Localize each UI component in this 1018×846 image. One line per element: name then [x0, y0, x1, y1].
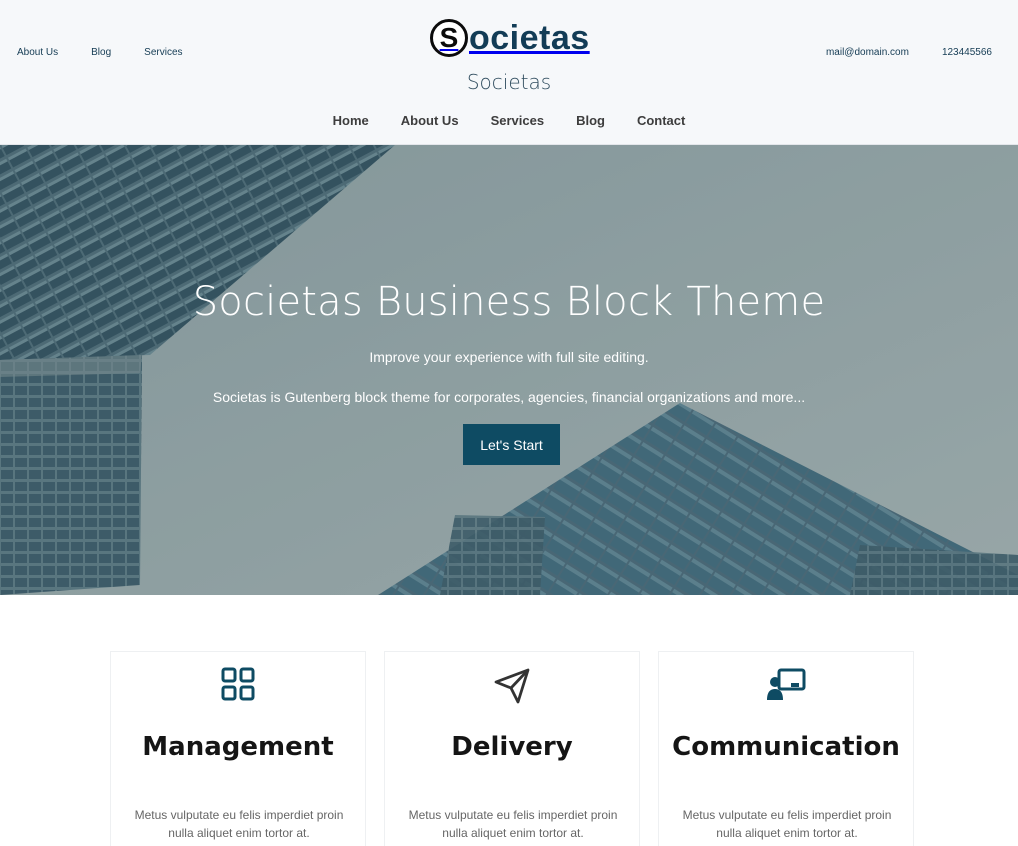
top-link-blog[interactable]: Blog [91, 47, 111, 58]
feature-text: Metus vulputate eu felis imperdiet proin… [408, 808, 618, 840]
feature-text: Metus vulputate eu felis imperdiet proin… [682, 808, 892, 840]
features-section: Management Metus vulputate eu felis impe… [110, 651, 914, 846]
nav-home[interactable]: Home [333, 113, 369, 128]
top-link-services[interactable]: Services [144, 47, 182, 58]
feature-text: Metus vulputate eu felis imperdiet proin… [134, 808, 344, 840]
main-nav: Home About Us Services Blog Contact [0, 113, 1018, 128]
hero-overlay [0, 145, 1018, 595]
hero-section: Societas Business Block Theme Improve yo… [0, 145, 1018, 595]
nav-contact[interactable]: Contact [637, 113, 685, 128]
feature-card-delivery: Delivery Metus vulputate eu felis imperd… [384, 651, 640, 846]
nav-services[interactable]: Services [491, 113, 545, 128]
hero-subtitle: Improve your experience with full site e… [369, 349, 649, 365]
top-left-links: About Us Blog Services [17, 47, 216, 58]
paper-plane-icon [494, 668, 530, 704]
feature-card-management: Management Metus vulputate eu felis impe… [110, 651, 366, 846]
top-right-contact: mail@domain.com 123445566 [793, 47, 992, 58]
feature-title: Communication [672, 732, 900, 762]
site-title: Societas [466, 70, 552, 94]
logo-wordmark: ocietas [469, 19, 590, 57]
feature-title: Delivery [451, 732, 573, 762]
nav-about-us[interactable]: About Us [401, 113, 459, 128]
phone-link[interactable]: 123445566 [942, 47, 992, 58]
top-link-about-us[interactable]: About Us [17, 47, 58, 58]
site-logo[interactable]: S ocietas [430, 17, 590, 59]
nav-blog[interactable]: Blog [576, 113, 605, 128]
grid-icon [221, 667, 255, 701]
feature-title: Management [142, 732, 334, 762]
site-header: About Us Blog Services S ocietas Societa… [0, 0, 1018, 145]
presentation-icon [767, 668, 806, 700]
feature-card-communication: Communication Metus vulputate eu felis i… [658, 651, 914, 846]
email-link[interactable]: mail@domain.com [826, 47, 909, 58]
lets-start-button[interactable]: Let's Start [463, 424, 560, 465]
hero-description: Societas is Gutenberg block theme for co… [212, 389, 806, 405]
hero-title: Societas Business Block Theme [192, 279, 826, 325]
logo-s-mark: S [430, 19, 468, 57]
